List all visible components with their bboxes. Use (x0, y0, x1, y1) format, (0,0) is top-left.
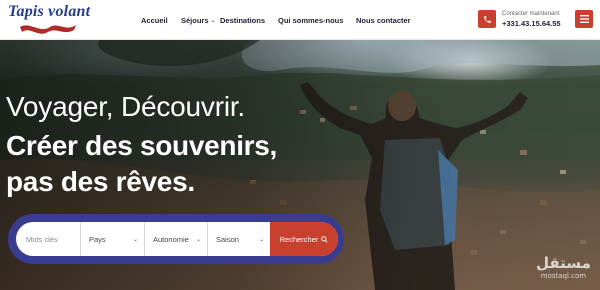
season-select-label: Saison (216, 234, 239, 244)
chevron-down-icon: ⌄ (210, 17, 216, 24)
watermark: مستقل mostaql.com (536, 254, 591, 280)
logo-swoosh-icon (20, 25, 76, 34)
contact-label: Contacter maintenant (502, 11, 560, 17)
country-select-label: Pays (89, 234, 106, 244)
menu-button[interactable] (575, 10, 593, 28)
chevron-down-icon: ⌄ (258, 236, 264, 243)
nav-label: Qui sommes-nous (278, 15, 344, 25)
nav-label: Nous contacter (356, 15, 411, 25)
search-button-label: Rechercher (279, 234, 319, 244)
nav-item-destinations[interactable]: Destinations (220, 16, 278, 25)
nav-item-accueil[interactable]: Accueil (141, 16, 181, 25)
phone-button[interactable] (478, 10, 496, 28)
nav-item-qui-sommes-nous[interactable]: Qui sommes-nous (278, 16, 356, 25)
keyword-field[interactable] (16, 222, 80, 256)
contact-info[interactable]: Contacter maintenant +331.43.15.64.55 (502, 11, 561, 28)
phone-icon (483, 15, 491, 23)
search-icon (321, 235, 329, 243)
search-button[interactable]: Rechercher (270, 222, 338, 256)
autonomy-select-label: Autonomie (153, 234, 189, 244)
chevron-down-icon: ⌄ (195, 236, 201, 243)
hero-headline-line3: pas des rêves. (6, 166, 195, 197)
chevron-down-icon: ⌄ (132, 236, 138, 243)
hero-headline-line2: Créer des souvenirs, (6, 130, 278, 161)
nav-item-sejours[interactable]: Séjours ⌄ (181, 16, 220, 25)
nav-label: Accueil (141, 15, 168, 25)
search-bar: Pays ⌄ Autonomie ⌄ Saison ⌄ Rechercher (8, 214, 344, 264)
watermark-bottom: mostaql.com (540, 272, 587, 280)
nav-label: Séjours (181, 15, 209, 25)
watermark-top: مستقل (536, 254, 591, 272)
hero-section: Voyager, Découvrir. Créer des souvenirs,… (0, 40, 600, 290)
country-select[interactable]: Pays ⌄ (80, 222, 144, 256)
keyword-input[interactable] (26, 234, 80, 244)
main-nav: Accueil Séjours ⌄ Destinations Qui somme… (141, 0, 411, 40)
contact-phone-number[interactable]: +331.43.15.64.55 (502, 19, 561, 28)
search-form: Pays ⌄ Autonomie ⌄ Saison ⌄ Rechercher (16, 222, 338, 256)
hero-headline-line1: Voyager, Découvrir. (6, 91, 245, 122)
hamburger-menu-icon (579, 15, 589, 23)
season-select[interactable]: Saison ⌄ (207, 222, 270, 256)
brand-logo[interactable]: Tapis volant (8, 3, 98, 37)
site-header: Tapis volant Accueil Séjours ⌄ Destinati… (0, 0, 600, 40)
autonomy-select[interactable]: Autonomie ⌄ (144, 222, 207, 256)
nav-label: Destinations (220, 15, 266, 25)
nav-item-nous-contacter[interactable]: Nous contacter (356, 16, 411, 25)
brand-name: Tapis volant (8, 3, 91, 20)
